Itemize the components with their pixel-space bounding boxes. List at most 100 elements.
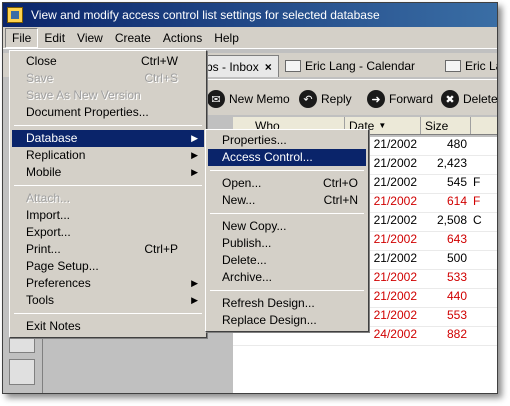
row-size: 500: [446, 251, 467, 265]
menu-item-replication[interactable]: Replication ▶: [12, 147, 204, 164]
menu-item-export[interactable]: Export...: [12, 224, 204, 241]
menu-item-delete[interactable]: Delete...: [208, 252, 366, 269]
app-icon: [7, 7, 23, 23]
menu-item-archive[interactable]: Archive...: [208, 269, 366, 286]
window-title: View and modify access control list sett…: [31, 8, 380, 22]
application-window: View and modify access control list sett…: [2, 2, 498, 394]
menu-item-print-label: Print...: [26, 242, 61, 256]
file-menu: Close Ctrl+W Save Ctrl+S Save As New Ver…: [9, 50, 207, 338]
reply-icon: ↶: [299, 90, 317, 108]
menu-item-new[interactable]: New... Ctrl+N: [208, 192, 366, 209]
column-extra: [471, 117, 497, 134]
menu-item-close-label: Close: [26, 54, 57, 68]
menu-separator: [210, 290, 364, 291]
menu-item-preferences-label: Preferences: [26, 276, 91, 290]
menu-view[interactable]: View: [71, 29, 109, 47]
menu-item-preferences[interactable]: Preferences ▶: [12, 275, 204, 292]
menu-item-access-control[interactable]: Access Control...: [208, 149, 366, 166]
row-extra: [471, 270, 497, 288]
memo-icon: ✉: [207, 90, 225, 108]
menu-file[interactable]: File: [5, 27, 39, 48]
menu-item-refresh-design[interactable]: Refresh Design...: [208, 295, 366, 312]
row-size: 2,423: [436, 156, 467, 170]
close-icon[interactable]: ×: [265, 60, 272, 74]
forward-button[interactable]: ➜ Forward: [367, 88, 433, 110]
menu-item-tools[interactable]: Tools ▶: [12, 292, 204, 309]
new-memo-label: New Memo: [229, 92, 290, 106]
row-extra: C: [473, 213, 482, 227]
row-size: 614: [446, 194, 467, 208]
nav-bookmark-button[interactable]: [9, 359, 35, 385]
menu-item-attach: Attach...: [26, 191, 71, 205]
menu-item-print[interactable]: Print... Ctrl+P: [12, 241, 204, 258]
row-size: 440: [446, 289, 467, 303]
menu-separator: [210, 213, 364, 214]
menu-bar: File Edit View Create Actions Help: [3, 27, 497, 49]
menu-item-print-accel: Ctrl+P: [144, 242, 178, 256]
delete-label: Delete: [463, 92, 498, 106]
row-extra: [471, 308, 497, 326]
menu-separator: [210, 170, 364, 171]
calendar-icon: [285, 60, 301, 72]
menu-create[interactable]: Create: [109, 29, 157, 47]
delete-button[interactable]: ✖ Delete: [441, 88, 498, 110]
menu-item-exit-notes[interactable]: Exit Notes: [12, 318, 204, 335]
row-extra: [471, 327, 497, 345]
menu-item-import[interactable]: Import...: [12, 207, 204, 224]
row-extra: [471, 232, 497, 250]
database-submenu: Properties... Access Control... Open... …: [205, 129, 369, 332]
delete-icon: ✖: [441, 90, 459, 108]
new-memo-button[interactable]: ✉ New Memo: [207, 88, 290, 110]
menu-item-document-properties[interactable]: Document Properties...: [12, 104, 204, 121]
column-size[interactable]: Size: [421, 117, 471, 134]
row-extra: F: [473, 194, 481, 208]
row-extra: [471, 289, 497, 307]
row-size: 643: [446, 232, 467, 246]
menu-item-properties[interactable]: Properties...: [208, 132, 366, 149]
menu-item-save: Save Ctrl+S: [12, 70, 204, 87]
row-extra: [471, 137, 497, 155]
menu-separator: [14, 313, 202, 314]
tab-inbox[interactable]: bs - Inbox ×: [199, 55, 279, 77]
forward-icon: ➜: [367, 90, 385, 108]
menu-item-page-setup[interactable]: Page Setup...: [12, 258, 204, 275]
menu-item-tools-label: Tools: [26, 293, 55, 307]
menu-actions[interactable]: Actions: [157, 29, 208, 47]
tab-calendar[interactable]: Eric Lang - Calendar: [279, 55, 439, 77]
reply-button[interactable]: ↶ Reply: [299, 88, 352, 110]
tab-calendar-label: Eric Lang - Calendar: [305, 59, 416, 73]
menu-separator: [14, 125, 202, 126]
menu-item-publish[interactable]: Publish...: [208, 235, 366, 252]
menu-separator: [14, 185, 202, 186]
menu-item-database[interactable]: Database ▶: [12, 130, 204, 147]
submenu-arrow-icon: ▶: [191, 295, 198, 305]
row-size: 480: [446, 137, 467, 151]
menu-item-new-accel: Ctrl+N: [323, 193, 358, 207]
menu-item-save-accel: Ctrl+S: [144, 71, 178, 85]
menu-item-close[interactable]: Close Ctrl+W: [12, 53, 204, 70]
menu-item-database-label: Database: [26, 131, 78, 145]
calendar-icon: [445, 60, 461, 72]
tab-eric-lang[interactable]: Eric La: [439, 55, 497, 77]
submenu-arrow-icon: ▶: [191, 133, 198, 143]
tab-eric-lang-label: Eric La: [465, 59, 497, 73]
menu-edit[interactable]: Edit: [38, 29, 71, 47]
menu-item-close-accel: Ctrl+W: [141, 54, 178, 68]
menu-item-mobile-label: Mobile: [26, 165, 62, 179]
menu-item-save-new-version: Save As New Version: [26, 88, 141, 102]
tab-inbox-label: bs - Inbox: [206, 59, 259, 74]
menu-item-new-copy[interactable]: New Copy...: [208, 218, 366, 235]
submenu-arrow-icon: ▶: [191, 278, 198, 288]
row-size: 533: [446, 270, 467, 284]
menu-item-open-accel: Ctrl+O: [322, 176, 358, 190]
menu-help[interactable]: Help: [208, 29, 245, 47]
reply-label: Reply: [321, 92, 352, 106]
menu-item-new-label: New...: [222, 193, 256, 207]
menu-item-mobile[interactable]: Mobile ▶: [12, 164, 204, 181]
row-size: 545: [446, 175, 467, 189]
menu-item-open[interactable]: Open... Ctrl+O: [208, 175, 366, 192]
menu-item-replace-design[interactable]: Replace Design...: [208, 312, 366, 329]
row-extra: F: [473, 175, 481, 189]
row-size: 882: [446, 327, 467, 341]
menu-item-replication-label: Replication: [26, 148, 86, 162]
